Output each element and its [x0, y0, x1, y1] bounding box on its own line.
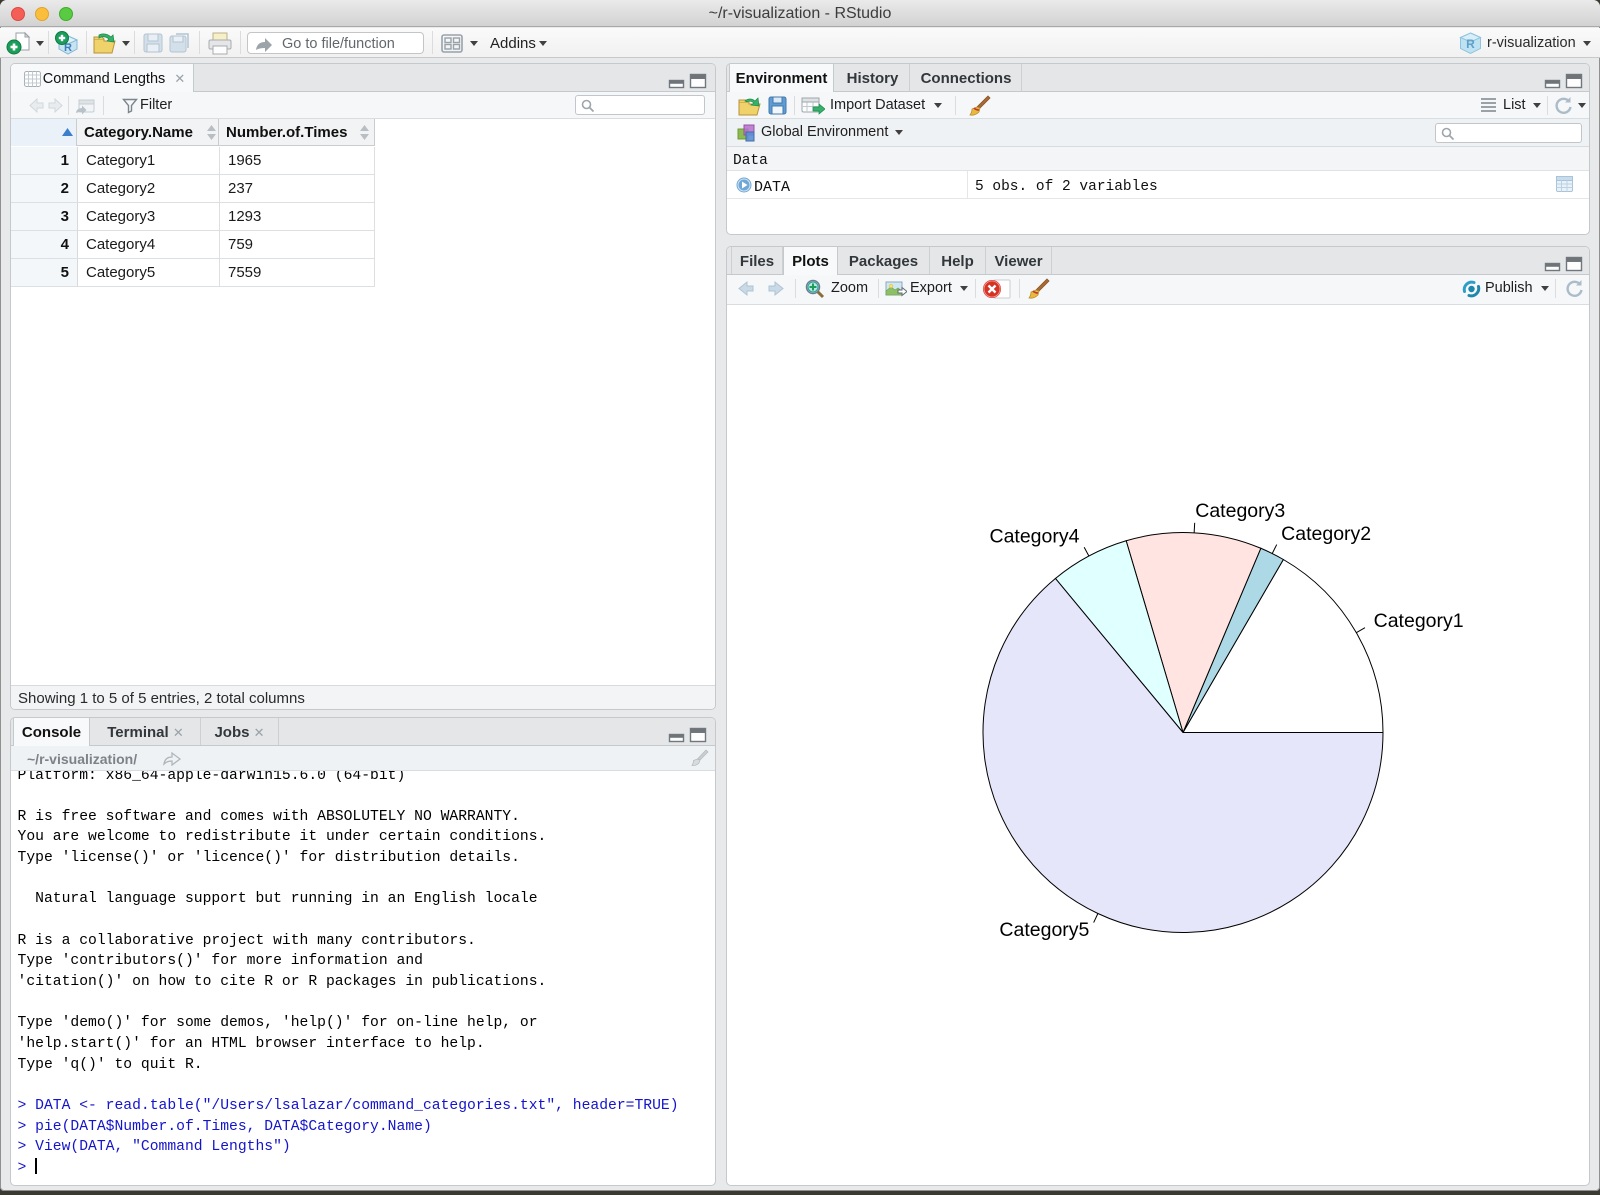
- svg-text:R: R: [1466, 37, 1475, 51]
- svg-text:Category3: Category3: [1195, 500, 1285, 522]
- svg-text:Category5: Category5: [999, 919, 1089, 941]
- svg-text:Category4: Category4: [989, 526, 1079, 548]
- svg-text:Category2: Category2: [1281, 523, 1371, 545]
- svg-text:Category1: Category1: [1374, 610, 1464, 632]
